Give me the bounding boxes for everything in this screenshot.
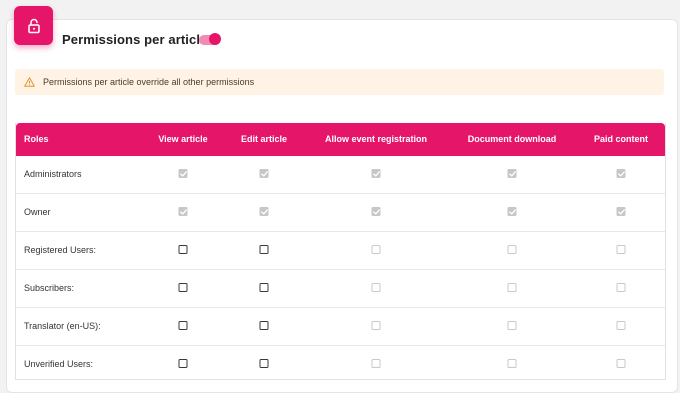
document-download-checkbox — [507, 359, 517, 368]
document-download-checkbox — [507, 321, 517, 330]
edit-article-checkbox[interactable] — [259, 321, 269, 330]
role-label: Administrators — [24, 169, 82, 179]
permissions-table: Roles View article Edit article Allow ev… — [15, 123, 666, 380]
paid-content-checkbox — [616, 321, 626, 330]
table-row: Subscribers: — [16, 270, 665, 308]
edit-article-checkbox[interactable] — [259, 245, 269, 254]
table-header: Roles View article Edit article Allow ev… — [16, 123, 665, 156]
toggle-knob — [209, 33, 221, 45]
view-article-checkbox — [178, 207, 188, 216]
alert-message: Permissions per article override all oth… — [43, 77, 255, 87]
paid-content-checkbox — [616, 207, 626, 216]
allow-event-registration-checkbox — [371, 321, 381, 330]
paid-content-checkbox — [616, 169, 626, 178]
table-row: Administrators — [16, 156, 665, 194]
column-header-view-article: View article — [158, 134, 208, 144]
unlock-icon — [27, 18, 41, 34]
role-label: Unverified Users: — [24, 359, 94, 369]
column-header-roles: Roles — [24, 134, 49, 144]
allow-event-registration-checkbox — [371, 245, 381, 254]
warning-icon — [24, 77, 35, 87]
table-body: Administrators Owner Registered Users: Subs… — [16, 156, 665, 379]
column-header-paid-content: Paid content — [593, 134, 649, 144]
page-title: Permissions per article — [62, 32, 208, 47]
role-label: Registered Users: — [24, 245, 97, 255]
view-article-checkbox[interactable] — [178, 245, 188, 254]
allow-event-registration-checkbox — [371, 283, 381, 292]
role-label: Subscribers: — [24, 283, 75, 293]
paid-content-checkbox — [616, 359, 626, 368]
allow-event-registration-checkbox — [371, 169, 381, 178]
column-header-edit-article: Edit article — [240, 134, 288, 144]
view-article-checkbox[interactable] — [178, 283, 188, 292]
view-article-checkbox[interactable] — [178, 359, 188, 368]
table-row: Owner — [16, 194, 665, 232]
role-label: Translator (en-US): — [24, 321, 101, 331]
column-header-allow-event-registration: Allow event registration — [324, 134, 428, 144]
table-row: Unverified Users: — [16, 346, 665, 379]
edit-article-checkbox — [259, 207, 269, 216]
edit-article-checkbox[interactable] — [259, 359, 269, 368]
view-article-checkbox — [178, 169, 188, 178]
document-download-checkbox — [507, 207, 517, 216]
edit-article-checkbox[interactable] — [259, 283, 269, 292]
document-download-checkbox — [507, 283, 517, 292]
table-row: Translator (en-US): — [16, 308, 665, 346]
table-row: Registered Users: — [16, 232, 665, 270]
permissions-toggle[interactable] — [199, 33, 221, 45]
document-download-checkbox — [507, 245, 517, 254]
role-label: Owner — [24, 207, 51, 217]
lock-badge — [14, 6, 53, 45]
allow-event-registration-checkbox — [371, 207, 381, 216]
view-article-checkbox[interactable] — [178, 321, 188, 330]
edit-article-checkbox — [259, 169, 269, 178]
document-download-checkbox — [507, 169, 517, 178]
column-header-document-download: Document download — [467, 134, 557, 144]
paid-content-checkbox — [616, 245, 626, 254]
paid-content-checkbox — [616, 283, 626, 292]
warning-alert: Permissions per article override all oth… — [15, 69, 664, 95]
allow-event-registration-checkbox — [371, 359, 381, 368]
